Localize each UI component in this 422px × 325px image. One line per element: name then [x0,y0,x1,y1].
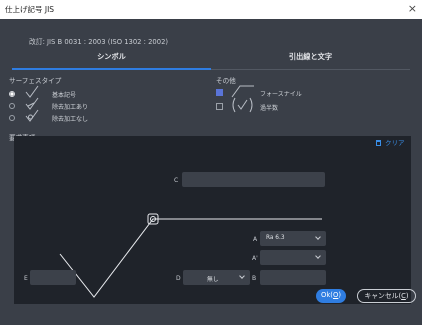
radio-basic-symbol[interactable] [9,91,15,97]
field-a-label: A [253,236,258,243]
checkbox-majority[interactable] [216,103,223,110]
cancel-label: キャンセル( [364,292,402,300]
field-d-value: 無し [207,277,219,283]
field-a-value: Ra 6.3 [266,235,285,241]
chevron-down-icon [315,234,321,240]
field-c-label: C [174,177,179,184]
tab-selected-indicator [12,68,211,70]
chevron-down-icon [239,273,245,279]
cancel-button[interactable]: キャンセル(C) [357,289,416,303]
removal-prohibited-icon [25,109,39,122]
option-removal-prohibited-label: 除去加工なし [52,116,89,123]
other-label: その他 [216,77,236,85]
title-bar: 仕上げ記号 JIS × [0,0,422,19]
checkbox-all-around[interactable] [216,89,223,96]
ok-label: Ok( [321,291,333,299]
cancel-label-end: ) [405,292,409,300]
field-e-label: E [24,275,28,282]
ok-label-end: ) [338,291,341,299]
field-b-label: B [252,275,257,282]
option-basic-symbol-label: 基本記号 [52,92,77,99]
tab-leader-text[interactable]: 引出線と文字 [211,52,410,68]
field-d-label: D [176,275,181,282]
tab-divider [211,69,410,70]
tab-bar: シンボル 引出線と文字 [12,52,410,68]
surface-type-label: サーフェスタイプ [9,77,62,85]
option-removal-required-label: 除去加工あり [52,104,89,111]
radio-removal-required[interactable] [9,103,15,109]
option-all-around-label: フォースナイル [260,91,302,98]
clear-label: クリア [385,139,405,147]
close-icon[interactable]: × [408,2,417,15]
chevron-down-icon [315,253,321,259]
revision-label: 改訂: JIS B 0031 : 2003 (ISO 1302 : 2002) [29,38,169,46]
tab-symbol[interactable]: シンボル [12,52,211,68]
field-a2-label: A' [252,255,258,262]
clear-button[interactable]: クリア [376,137,405,147]
majority-icon [232,97,253,113]
field-c-input[interactable] [182,172,325,187]
option-majority-label: 過半数 [260,105,279,112]
window-title: 仕上げ記号 JIS [5,5,55,14]
radio-removal-prohibited[interactable] [9,115,15,121]
field-d-select[interactable]: 無し [183,270,250,285]
field-a2-select[interactable] [260,250,326,265]
field-b-input[interactable] [260,270,326,285]
trash-icon [376,140,381,146]
field-e-input[interactable] [30,270,76,285]
ok-button[interactable]: Ok(O) [316,289,346,303]
field-a-select[interactable]: Ra 6.3 [260,231,326,246]
